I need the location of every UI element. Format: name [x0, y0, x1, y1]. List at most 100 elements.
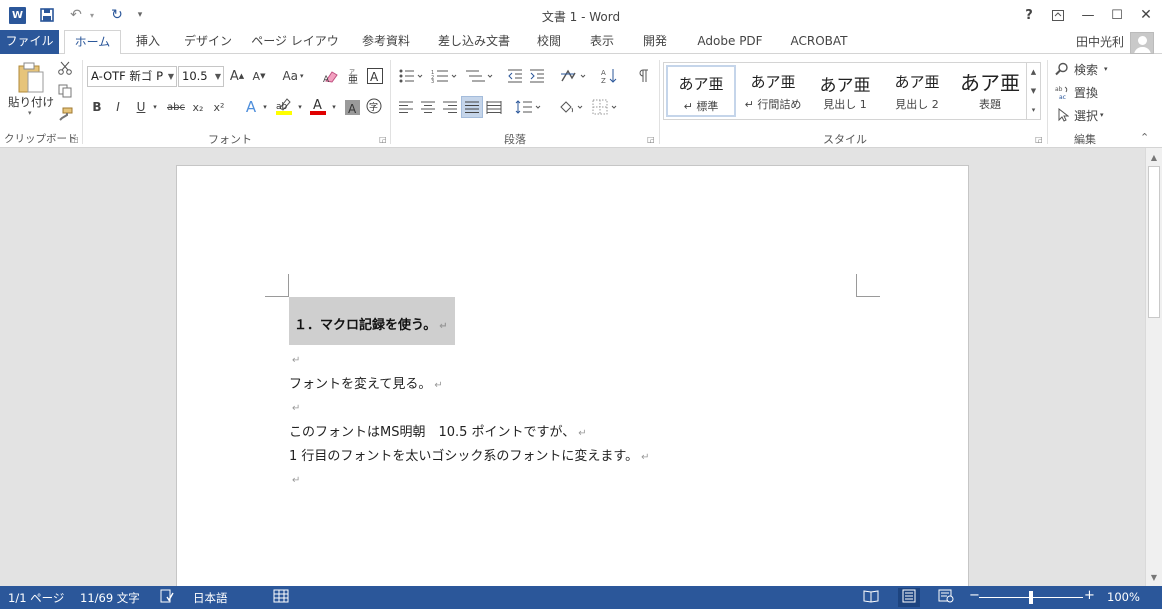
style-title[interactable]: あア亜 表題 [954, 65, 1026, 117]
font-color-dropdown[interactable]: ▾ [329, 98, 339, 116]
increase-indent-button[interactable] [528, 67, 546, 85]
borders-button[interactable] [591, 98, 621, 116]
word-count[interactable]: 11/69 文字 [80, 590, 140, 606]
strikethrough-button[interactable]: abc [165, 98, 187, 116]
zoom-out-button[interactable]: − [969, 588, 980, 603]
collapse-ribbon-icon[interactable]: ⌃ [1140, 131, 1149, 144]
document-page[interactable]: １．マクロ記録を使う。 ↵ ↵ フォントを変えて見る。 ↵ ↵ このフォントはMS明… [176, 165, 969, 586]
paragraph-empty[interactable]: ↵ [289, 400, 300, 415]
tab-acrobat[interactable]: ACROBAT [782, 30, 856, 54]
user-name[interactable]: 田中光利 [1076, 33, 1124, 50]
page-count[interactable]: 1/1 ページ [8, 590, 64, 606]
styles-launcher-icon[interactable]: ◲ [1035, 135, 1043, 144]
paragraph[interactable]: このフォントはMS明朝 10.5 ポイントですが、 ↵ [289, 421, 587, 440]
format-painter-button[interactable] [56, 105, 74, 123]
underline-dropdown[interactable]: ▾ [150, 98, 160, 116]
zoom-slider-thumb[interactable] [1029, 591, 1033, 604]
tab-design[interactable]: デザイン [180, 30, 236, 54]
print-layout-button[interactable] [898, 588, 920, 607]
enclose-characters-button[interactable]: 字 [365, 97, 383, 115]
font-size-combo[interactable]: 10.5 ▼ [178, 66, 224, 87]
multilevel-list-button[interactable] [464, 67, 494, 85]
scroll-up-arrow-icon[interactable]: ▲ [1146, 149, 1162, 165]
character-border-button[interactable]: A [366, 67, 384, 85]
numbering-button[interactable]: 123 [430, 67, 460, 85]
heading-paragraph[interactable]: １．マクロ記録を使う。 ↵ [294, 314, 448, 333]
superscript-button[interactable]: x² [211, 98, 227, 116]
tab-insert[interactable]: 挿入 [127, 30, 169, 54]
align-right-button[interactable] [441, 98, 459, 116]
find-button[interactable]: 検索 ▾ [1055, 60, 1117, 78]
minimize-button[interactable]: — [1077, 5, 1099, 25]
style-heading-2[interactable]: あア亜 見出し 2 [882, 65, 952, 117]
vertical-scrollbar[interactable]: ▲ ▼ [1145, 148, 1162, 586]
font-launcher-icon[interactable]: ◲ [379, 135, 387, 144]
shrink-font-button[interactable]: A ▼ [251, 67, 267, 85]
change-case-button[interactable]: Aa ▾ [280, 67, 306, 85]
scroll-down-icon[interactable]: ▼ [1031, 87, 1036, 95]
grow-font-button[interactable]: A ▲ [229, 67, 245, 85]
paragraph-shading-button[interactable] [557, 98, 587, 116]
align-center-button[interactable] [419, 98, 437, 116]
text-highlight-button[interactable]: ab [275, 96, 293, 116]
tab-developer[interactable]: 開発 [634, 30, 676, 54]
style-heading-1[interactable]: あア亜 見出し 1 [810, 65, 880, 117]
bold-button[interactable]: B [89, 98, 105, 116]
character-shading-button[interactable]: A [344, 98, 360, 116]
tab-review[interactable]: 校閲 [528, 30, 570, 54]
copy-button[interactable] [56, 82, 74, 100]
asian-layout-button[interactable] [559, 67, 589, 85]
avatar[interactable] [1130, 32, 1154, 54]
tab-home[interactable]: ホーム [64, 30, 121, 55]
language-indicator[interactable]: 日本語 [193, 590, 228, 606]
close-button[interactable]: ✕ [1135, 5, 1157, 25]
style-normal[interactable]: あア亜 ↵ 標準 [666, 65, 736, 117]
paste-label[interactable]: 貼り付け [8, 94, 54, 110]
paragraph-launcher-icon[interactable]: ◲ [647, 135, 655, 144]
distributed-button[interactable] [485, 98, 503, 116]
clipboard-launcher-icon[interactable]: ◲ [71, 135, 79, 144]
text-effects-dropdown[interactable]: ▾ [260, 98, 270, 116]
font-color-button[interactable]: A [309, 96, 327, 116]
help-button[interactable]: ? [1018, 5, 1040, 25]
line-spacing-button[interactable] [514, 98, 544, 116]
tab-adobe-pdf[interactable]: Adobe PDF [688, 30, 772, 54]
style-no-spacing[interactable]: あア亜 ↵ 行間詰め [738, 65, 808, 117]
show-hide-marks-button[interactable] [634, 67, 652, 85]
replace-button[interactable]: ab ac 置換 [1055, 83, 1105, 101]
tab-references[interactable]: 参考資料 [355, 30, 417, 54]
underline-button[interactable]: U [133, 98, 149, 116]
text-highlight-dropdown[interactable]: ▾ [295, 98, 305, 116]
paste-button[interactable] [14, 60, 48, 96]
ribbon-display-options-button[interactable] [1047, 5, 1069, 25]
cut-button[interactable] [56, 59, 74, 77]
font-name-combo[interactable]: A-OTF 新ゴ P ▼ [87, 66, 177, 87]
align-left-button[interactable] [397, 98, 415, 116]
tab-page-layout[interactable]: ページ レイアウト [246, 30, 344, 71]
text-effects-button[interactable]: A [242, 97, 260, 117]
italic-button[interactable]: I [110, 98, 126, 116]
paragraph[interactable]: 1 行目のフォントを太いゴシック系のフォントに変えます。 ↵ [289, 445, 650, 464]
read-mode-button[interactable] [863, 589, 879, 606]
zoom-in-button[interactable]: + [1084, 588, 1095, 603]
justify-button[interactable] [461, 96, 483, 118]
scrollbar-thumb[interactable] [1148, 166, 1160, 318]
phonetic-guide-button[interactable]: ア亜 [345, 67, 361, 85]
paragraph-empty[interactable]: ↵ [289, 472, 300, 487]
styles-gallery-scroll[interactable]: ▲ ▼ ▾ [1026, 63, 1040, 119]
select-button[interactable]: 選択 ▾ [1055, 106, 1113, 124]
paste-dropdown[interactable]: ▾ [28, 109, 32, 117]
more-styles-icon[interactable]: ▾ [1032, 106, 1036, 114]
zoom-level[interactable]: 100% [1107, 590, 1140, 604]
paragraph-empty[interactable]: ↵ [289, 352, 300, 367]
clear-formatting-button[interactable]: A [322, 67, 340, 85]
macro-record-icon[interactable] [273, 589, 289, 606]
web-layout-button[interactable] [938, 589, 954, 606]
bullets-button[interactable] [397, 67, 425, 85]
scroll-up-icon[interactable]: ▲ [1031, 68, 1036, 76]
subscript-button[interactable]: x₂ [190, 98, 206, 116]
paragraph[interactable]: フォントを変えて見る。 ↵ [289, 373, 443, 392]
proofing-icon[interactable] [160, 589, 174, 606]
tab-mailings[interactable]: 差し込み文書 [430, 30, 518, 54]
maximize-button[interactable]: ☐ [1106, 5, 1128, 25]
